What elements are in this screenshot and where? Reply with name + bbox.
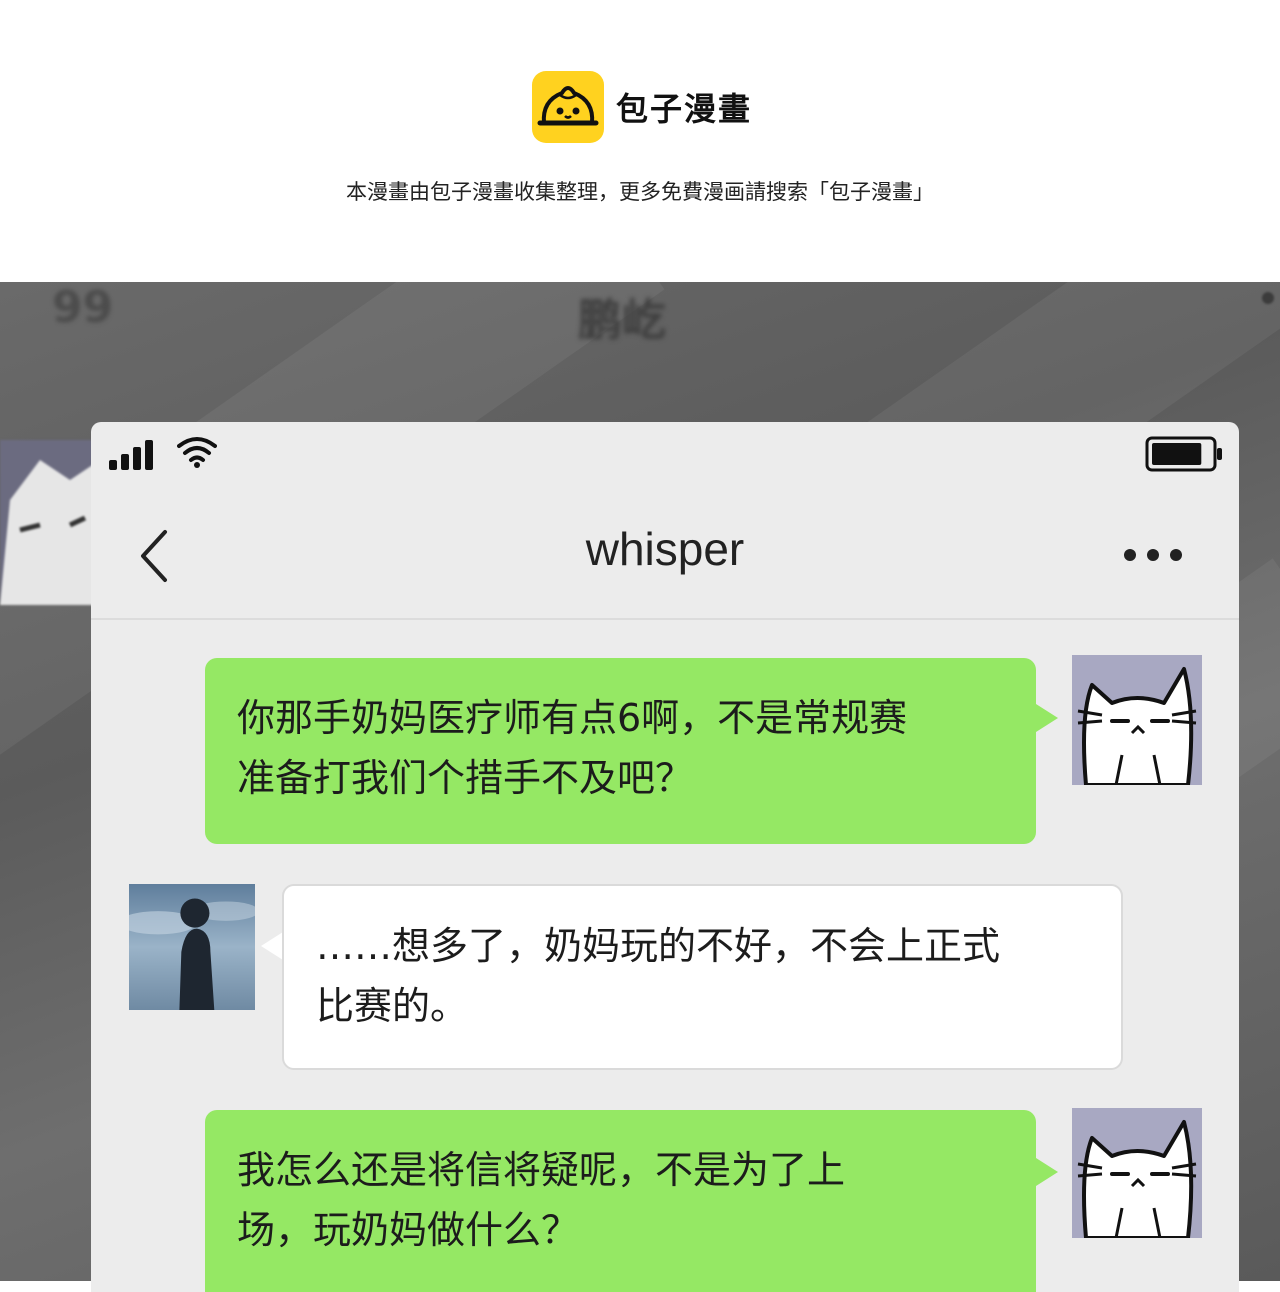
cat-avatar-icon[interactable] — [1072, 1108, 1202, 1238]
message-bubble[interactable]: 你那手奶妈医疗师有点6啊，不是常规赛 准备打我们个措手不及吧？ — [205, 658, 1036, 844]
brand-logo[interactable]: 包子漫畫 — [532, 71, 752, 143]
message-line: 比赛的。 — [316, 984, 469, 1028]
bubble-tail — [1036, 704, 1058, 732]
battery-icon — [1145, 436, 1222, 472]
chat-header: whisper — [91, 492, 1239, 620]
phone-screen: whisper 你那手奶妈医疗师有点6啊，不是常规赛 准备打我们个措手不及吧？ — [91, 422, 1239, 1292]
status-bar — [91, 422, 1239, 492]
message-line: 你那手奶妈医疗师有点6啊，不是常规赛 — [237, 696, 908, 740]
message-bubble[interactable]: ……想多了，奶妈玩的不好，不会上正式 比赛的。 — [282, 884, 1123, 1070]
silhouette-avatar-icon[interactable] — [129, 884, 255, 1010]
chat-title: whisper — [585, 523, 745, 575]
bubble-tail — [1036, 1158, 1058, 1186]
blurred-cat-avatar — [0, 440, 100, 605]
cat-avatar-icon[interactable] — [1072, 655, 1202, 785]
watermark-banner: 包子漫畫 本漫畫由包子漫畫收集整理，更多免費漫画請搜索「包子漫畫」 — [0, 0, 1280, 282]
wifi-icon — [177, 437, 217, 468]
bun-mascot-icon — [532, 71, 604, 143]
signal-bars-icon — [109, 440, 153, 470]
more-dots-icon[interactable] — [1121, 544, 1185, 566]
blurred-dot — [1262, 292, 1274, 304]
message-bubble[interactable]: 我怎么还是将信将疑呢，不是为了上 场，玩奶妈做什么？ — [205, 1110, 1036, 1292]
message-line: 准备打我们个措手不及吧？ — [237, 756, 694, 800]
message-line: ……想多了，奶妈玩的不好，不会上正式 — [316, 924, 1001, 968]
blurred-title: 鹏屹 — [578, 295, 666, 346]
message-line: 我怎么还是将信将疑呢，不是为了上 — [237, 1148, 846, 1192]
brand-name: 包子漫畫 — [616, 90, 753, 128]
bubble-tail — [261, 932, 283, 960]
blurred-number: 99 — [52, 282, 114, 333]
message-line: 场，玩奶妈做什么？ — [237, 1208, 580, 1252]
source-notice: 本漫畫由包子漫畫收集整理，更多免費漫画請搜索「包子漫畫」 — [346, 180, 934, 204]
